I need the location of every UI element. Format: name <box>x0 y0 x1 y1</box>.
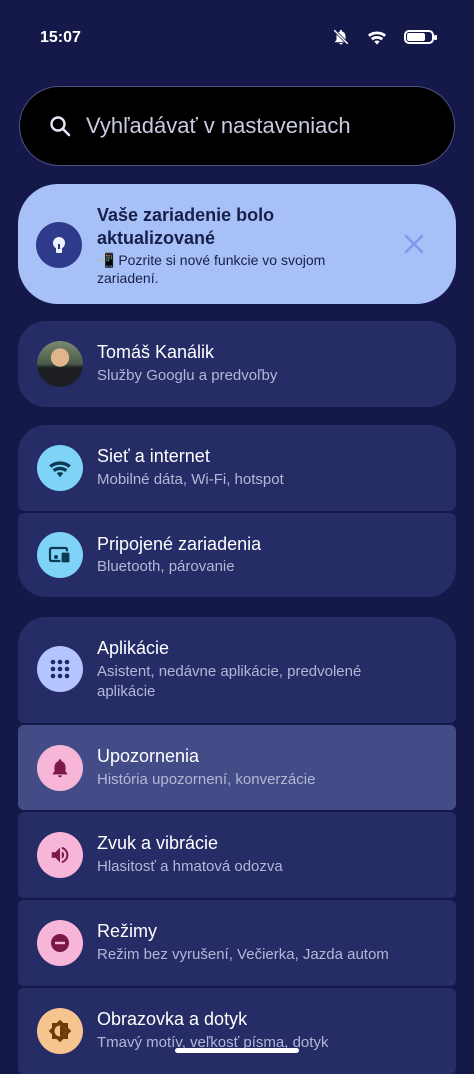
close-icon[interactable] <box>402 232 426 256</box>
do-not-disturb-icon <box>37 920 83 966</box>
item-subtitle: Asistent, nedávne aplikácie, predvolené … <box>97 663 362 700</box>
item-title: Sieť a internet <box>97 446 210 466</box>
battery-icon <box>404 30 437 44</box>
update-icon <box>36 222 82 268</box>
item-title: Upozornenia <box>97 746 200 766</box>
settings-item-network[interactable]: Sieť a internet Mobilné dáta, Wi‑Fi, hot… <box>18 425 456 511</box>
speaker-icon <box>37 832 83 878</box>
settings-item-connected-devices[interactable]: Pripojené zariadenia Bluetooth, párovani… <box>18 513 456 597</box>
settings-item-notifications[interactable]: Upozornenia História upozornení, konverz… <box>18 725 456 810</box>
settings-item-sound[interactable]: Zvuk a vibrácie Hlasitosť a hmatová odoz… <box>18 812 456 898</box>
item-title: Pripojené zariadenia <box>97 534 262 554</box>
item-subtitle: Režim bez vyrušení, Večierka, Jazda auto… <box>97 946 389 963</box>
apps-icon <box>37 646 83 692</box>
brightness-icon <box>37 1008 83 1054</box>
item-subtitle: História upozornení, konverzácie <box>97 771 316 788</box>
settings-item-apps[interactable]: Aplikácie Asistent, nedávne aplikácie, p… <box>18 617 456 723</box>
item-title: Režimy <box>97 921 158 941</box>
status-icons <box>332 28 437 46</box>
item-subtitle: Bluetooth, párovanie <box>97 558 235 575</box>
search-placeholder: Vyhľadávať v nastaveniach <box>86 113 351 138</box>
update-title: Vaše zariadenie bolo aktualizované <box>97 205 275 248</box>
home-indicator[interactable] <box>175 1048 299 1053</box>
account-name: Tomáš Kanálik <box>97 342 215 362</box>
account-subtitle: Služby Googlu a predvoľby <box>97 367 278 384</box>
wifi-icon <box>37 445 83 491</box>
item-subtitle: Hlasitosť a hmatová odozva <box>97 858 283 875</box>
status-bar: 15:07 <box>0 0 474 70</box>
search-icon <box>50 116 71 137</box>
update-subtitle: 📲 Pozrite si nové funkcie vo svojom zari… <box>97 252 326 286</box>
item-title: Aplikácie <box>97 638 170 658</box>
wifi-status-icon <box>368 31 386 45</box>
item-title: Zvuk a vibrácie <box>97 833 219 853</box>
search-bar[interactable]: Vyhľadávať v nastaveniach <box>19 86 455 166</box>
item-subtitle: Mobilné dáta, Wi‑Fi, hotspot <box>97 471 284 488</box>
item-title: Obrazovka a dotyk <box>97 1009 248 1029</box>
settings-item-modes[interactable]: Režimy Režim bez vyrušení, Večierka, Jaz… <box>18 900 456 986</box>
system-update-card[interactable]: Vaše zariadenie bolo aktualizované 📲 Poz… <box>18 184 456 304</box>
settings-item-display[interactable]: Obrazovka a dotyk Tmavý motív, veľkosť p… <box>18 988 456 1074</box>
account-card[interactable]: Tomáš Kanálik Služby Googlu a predvoľby <box>18 321 456 407</box>
avatar <box>37 341 83 387</box>
devices-icon <box>37 532 83 578</box>
status-time: 15:07 <box>40 29 81 46</box>
do-not-disturb-muted-icon <box>333 29 349 45</box>
bell-icon <box>37 745 83 791</box>
